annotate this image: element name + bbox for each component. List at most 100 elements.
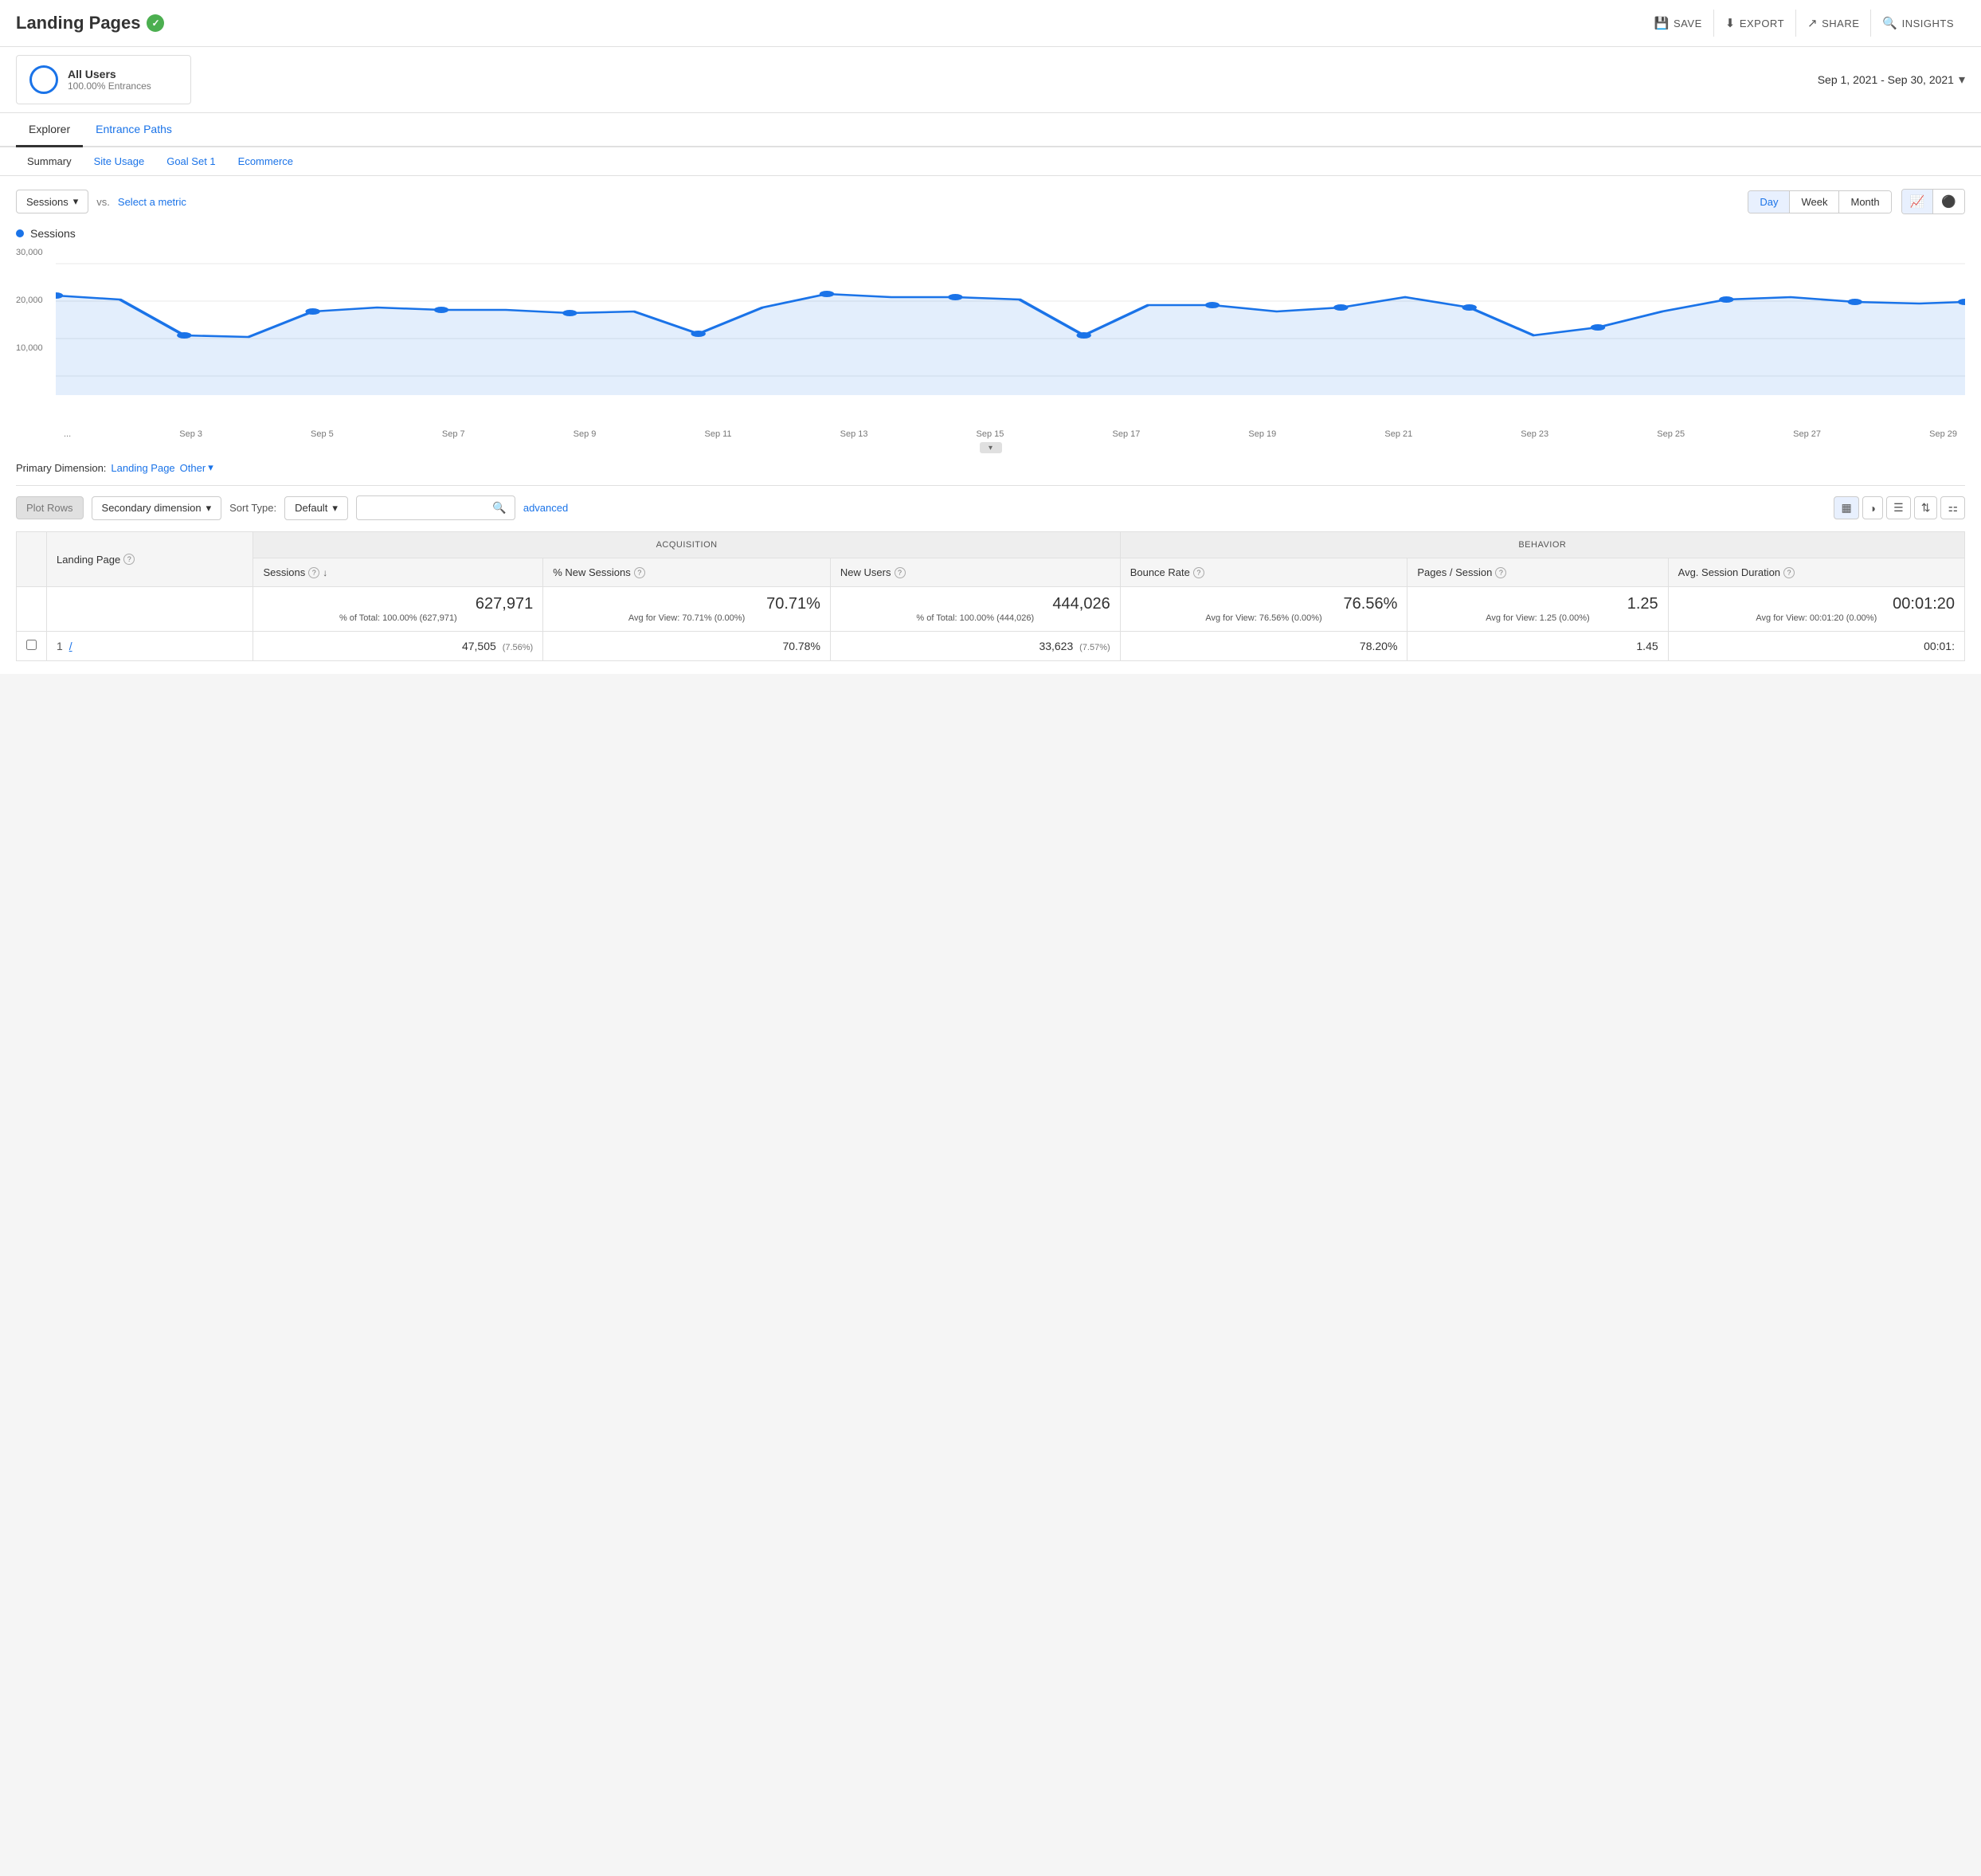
advanced-link[interactable]: advanced	[523, 502, 568, 514]
sub-tab-goal-set-1[interactable]: Goal Set 1	[155, 147, 226, 175]
time-btn-week[interactable]: Week	[1790, 191, 1839, 213]
save-icon: 💾	[1654, 16, 1670, 30]
total-sessions-cell: 627,971 % of Total: 100.00% (627,971)	[253, 587, 543, 632]
table-compare-btn[interactable]: ⇅	[1914, 496, 1938, 519]
segment-sub: 100.00% Entrances	[68, 80, 151, 92]
y-label-30k: 30,000	[16, 248, 43, 257]
x-label-sep5: Sep 5	[311, 429, 334, 439]
chart-scroll-button[interactable]: ▾	[16, 442, 1965, 453]
share-icon: ↗	[1807, 16, 1818, 30]
row1-avg-session-duration-cell: 00:01:	[1668, 632, 1964, 661]
x-label-sep3: Sep 3	[179, 429, 202, 439]
total-bounce-rate-value: 76.56%	[1130, 595, 1398, 613]
th-behavior: Behavior	[1120, 532, 1964, 558]
row1-checkbox[interactable]	[26, 640, 37, 650]
metric-dropdown-arrow-icon: ▾	[73, 195, 79, 208]
share-button[interactable]: ↗ SHARE	[1795, 10, 1870, 37]
table-list-btn[interactable]: ☰	[1886, 496, 1911, 519]
total-new-users-cell: 444,026 % of Total: 100.00% (444,026)	[830, 587, 1120, 632]
row1-landing-page-link[interactable]: /	[69, 640, 72, 652]
line-chart-btn[interactable]: 📈	[1902, 190, 1934, 213]
search-input[interactable]	[365, 502, 493, 514]
landing-page-help-icon[interactable]: ?	[123, 554, 135, 565]
main-content: Sessions ▾ vs. Select a metric Day Week …	[0, 176, 1981, 674]
insights-icon: 🔍	[1882, 16, 1897, 30]
x-label-sep13: Sep 13	[840, 429, 868, 439]
primary-dimension-bar: Primary Dimension: Landing Page Other ▾	[16, 453, 1965, 486]
primary-dimension-name[interactable]: Landing Page	[111, 462, 174, 474]
scatter-chart-btn[interactable]: ⚫	[1933, 190, 1964, 213]
chart-type-buttons: 📈 ⚫	[1901, 189, 1965, 214]
total-avg-session-duration-value: 00:01:20	[1678, 595, 1955, 613]
tab-explorer[interactable]: Explorer	[16, 113, 83, 147]
table-grid-btn[interactable]: ▦	[1834, 496, 1858, 519]
th-checkbox	[17, 532, 47, 587]
x-label-sep23: Sep 23	[1521, 429, 1548, 439]
x-label-dots: ...	[64, 429, 71, 439]
metric-dropdown[interactable]: Sessions ▾	[16, 190, 88, 213]
page-title-text: Landing Pages	[16, 13, 140, 33]
bounce-rate-help-icon[interactable]: ?	[1193, 567, 1204, 578]
other-dimension-dropdown[interactable]: Other ▾	[180, 461, 213, 474]
secondary-dimension-dropdown[interactable]: Secondary dimension ▾	[92, 496, 222, 520]
row1-pages-per-session-cell: 1.45	[1407, 632, 1668, 661]
new-users-help-icon[interactable]: ?	[895, 567, 906, 578]
segment-name: All Users	[68, 68, 151, 80]
pct-new-sessions-help-icon[interactable]: ?	[634, 567, 645, 578]
row1-pct-new-sessions-value: 70.78%	[782, 640, 820, 652]
sub-tab-ecommerce[interactable]: Ecommerce	[227, 147, 304, 175]
total-new-users-value: 444,026	[840, 595, 1110, 613]
total-pct-new-sessions-cell: 70.71% Avg for View: 70.71% (0.00%)	[543, 587, 831, 632]
x-label-sep21: Sep 21	[1384, 429, 1412, 439]
th-pct-new-sessions: % New Sessions ?	[543, 558, 831, 587]
verified-icon: ✓	[147, 14, 164, 32]
metric-dropdown-label: Sessions	[26, 196, 69, 208]
table-pie-btn[interactable]: ◑	[1862, 496, 1883, 519]
total-bounce-rate-sub: Avg for View: 76.56% (0.00%)	[1130, 613, 1398, 623]
pages-per-session-help-icon[interactable]: ?	[1495, 567, 1506, 578]
table-view-buttons: ▦ ◑ ☰ ⇅ ⚏	[1834, 496, 1965, 519]
x-label-sep9: Sep 9	[574, 429, 597, 439]
total-pages-per-session-value: 1.25	[1417, 595, 1658, 613]
total-pct-new-sessions-sub: Avg for View: 70.71% (0.00%)	[553, 613, 820, 623]
row1-new-users-value: 33,623	[1039, 640, 1073, 652]
sub-tab-summary[interactable]: Summary	[16, 147, 83, 175]
x-label-sep25: Sep 25	[1657, 429, 1685, 439]
chart-controls-left: Sessions ▾ vs. Select a metric	[16, 190, 186, 213]
select-metric-link[interactable]: Select a metric	[118, 196, 186, 208]
time-btn-day[interactable]: Day	[1748, 191, 1790, 213]
total-avg-session-duration-cell: 00:01:20 Avg for View: 00:01:20 (0.00%)	[1668, 587, 1964, 632]
date-range-picker[interactable]: Sep 1, 2021 - Sep 30, 2021 ▾	[1818, 72, 1965, 88]
sort-type-label: Sort Type:	[229, 502, 276, 514]
chart-controls: Sessions ▾ vs. Select a metric Day Week …	[16, 189, 1965, 214]
avg-session-duration-help-icon[interactable]: ?	[1783, 567, 1795, 578]
sessions-sort-icon: ↓	[323, 567, 327, 578]
x-label-sep17: Sep 17	[1112, 429, 1140, 439]
date-range-arrow-icon: ▾	[1959, 72, 1965, 88]
top-bar: Landing Pages ✓ 💾 SAVE ⬇ EXPORT ↗ SHARE …	[0, 0, 1981, 47]
other-dimension-arrow-icon: ▾	[208, 461, 213, 474]
export-button[interactable]: ⬇ EXPORT	[1713, 10, 1795, 37]
sort-type-dropdown[interactable]: Default ▾	[284, 496, 348, 520]
sub-tab-site-usage[interactable]: Site Usage	[83, 147, 156, 175]
top-actions: 💾 SAVE ⬇ EXPORT ↗ SHARE 🔍 INSIGHTS	[1643, 10, 1965, 37]
insights-button[interactable]: 🔍 INSIGHTS	[1870, 10, 1965, 37]
scroll-down-icon[interactable]: ▾	[980, 442, 1002, 453]
page-title: Landing Pages ✓	[16, 13, 164, 33]
tab-entrance-paths[interactable]: Entrance Paths	[83, 113, 185, 147]
vs-text: vs.	[96, 196, 110, 208]
save-button[interactable]: 💾 SAVE	[1643, 10, 1713, 37]
total-landing-page-cell	[47, 587, 253, 632]
sessions-help-icon[interactable]: ?	[308, 567, 319, 578]
segment-circle-icon	[29, 65, 58, 94]
time-btn-month[interactable]: Month	[1839, 191, 1890, 213]
total-sessions-sub: % of Total: 100.00% (627,971)	[263, 613, 533, 623]
other-dimension-text: Other	[180, 462, 206, 474]
th-acquisition: Acquisition	[253, 532, 1120, 558]
table-pivot-btn[interactable]: ⚏	[1940, 496, 1965, 519]
table-controls: Plot Rows Secondary dimension ▾ Sort Typ…	[16, 495, 1965, 520]
th-pages-per-session: Pages / Session ?	[1407, 558, 1668, 587]
chart-x-labels: ... Sep 3 Sep 5 Sep 7 Sep 9 Sep 11 Sep 1…	[56, 429, 1965, 439]
search-box[interactable]: 🔍	[356, 495, 515, 520]
chart-legend: Sessions	[16, 227, 1965, 240]
